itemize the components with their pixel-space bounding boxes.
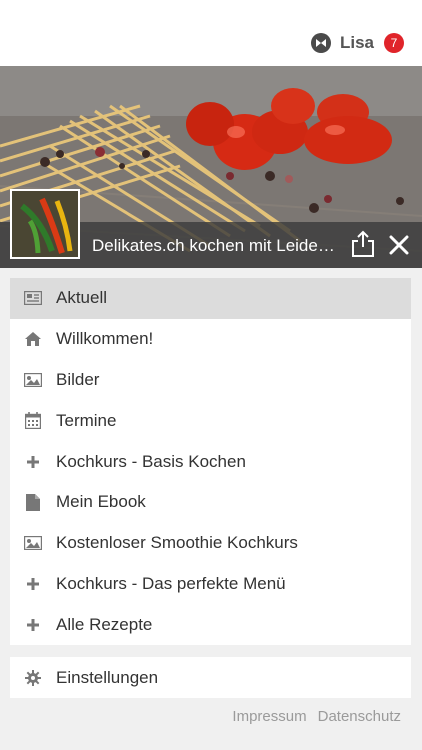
top-bar: Lisa 7 bbox=[0, 0, 422, 66]
settings-label: Einstellungen bbox=[56, 667, 159, 687]
notification-badge[interactable]: 7 bbox=[384, 33, 404, 53]
page-title: Delikates.ch kochen mit Leidenschaft bbox=[92, 236, 342, 255]
menu-item-kochkurs-menu[interactable]: Kochkurs - Das perfekte Menü bbox=[10, 564, 411, 605]
newspaper-icon bbox=[24, 289, 42, 307]
menu-item-alle-rezepte[interactable]: Alle Rezepte bbox=[10, 604, 411, 645]
menu-item-label: Aktuell bbox=[56, 288, 108, 308]
close-icon[interactable] bbox=[388, 234, 410, 256]
footer-links: Impressum Datenschutz bbox=[221, 708, 401, 725]
menu-item-label: Kochkurs - Basis Kochen bbox=[56, 451, 246, 471]
chili-peppers-image bbox=[12, 191, 78, 257]
menu-item-label: Termine bbox=[56, 410, 117, 430]
calendar-icon bbox=[24, 412, 42, 430]
menu-item-label: Bilder bbox=[56, 369, 100, 389]
user-name: Lisa bbox=[339, 33, 374, 52]
impressum-link[interactable]: Impressum bbox=[232, 708, 306, 725]
menu-item-label: Kostenloser Smoothie Kochkurs bbox=[56, 533, 298, 553]
image-icon bbox=[24, 534, 42, 552]
plus-icon bbox=[24, 575, 42, 593]
image-icon bbox=[24, 371, 42, 389]
gear-icon bbox=[24, 669, 42, 687]
menu-item-kochkurs-basis[interactable]: Kochkurs - Basis Kochen bbox=[10, 441, 411, 482]
page-thumbnail bbox=[10, 189, 80, 259]
settings-item[interactable]: Einstellungen bbox=[10, 657, 411, 698]
share-icon[interactable] bbox=[350, 230, 376, 258]
home-icon bbox=[24, 330, 42, 348]
plus-icon bbox=[24, 453, 42, 471]
menu-item-termine[interactable]: Termine bbox=[10, 400, 411, 441]
menu-item-label: Kochkurs - Das perfekte Menü bbox=[56, 573, 286, 593]
menu-item-label: Mein Ebook bbox=[56, 492, 146, 512]
datenschutz-link[interactable]: Datenschutz bbox=[318, 708, 401, 725]
menu-item-aktuell[interactable]: Aktuell bbox=[10, 278, 411, 319]
file-icon bbox=[24, 493, 42, 511]
menu-item-mein-ebook[interactable]: Mein Ebook bbox=[10, 482, 411, 523]
menu-item-label: Alle Rezepte bbox=[56, 614, 153, 634]
menu-item-bilder[interactable]: Bilder bbox=[10, 360, 411, 401]
plus-icon bbox=[24, 616, 42, 634]
menu-item-willkommen[interactable]: Willkommen! bbox=[10, 319, 411, 360]
menu-item-label: Willkommen! bbox=[56, 329, 154, 349]
navigation-menu: Aktuell Willkommen! Bilder Termine Kochk… bbox=[10, 278, 411, 646]
user-profile[interactable]: Lisa 7 bbox=[310, 30, 404, 56]
app-logo-icon bbox=[310, 33, 331, 53]
menu-item-smoothie-kochkurs[interactable]: Kostenloser Smoothie Kochkurs bbox=[10, 523, 411, 564]
